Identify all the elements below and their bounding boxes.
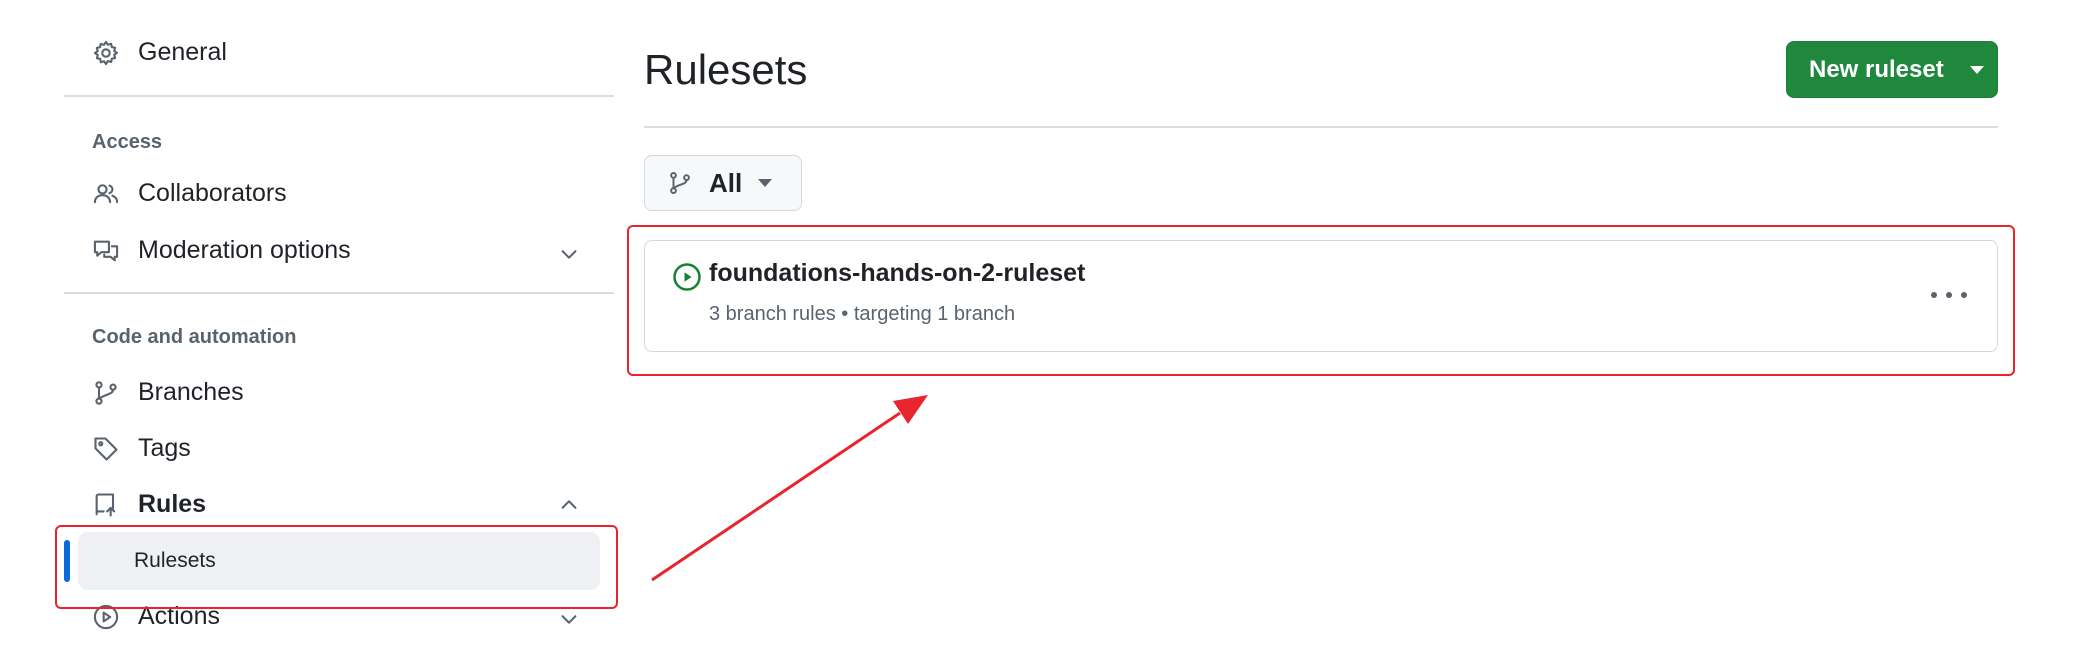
active-indicator [64,540,70,582]
sidebar-item-label: Branches [138,378,244,406]
sidebar-item-label: Rulesets [134,549,216,572]
sidebar-item-rulesets[interactable]: Rulesets [78,532,600,590]
sidebar-divider [64,95,614,97]
chevron-up-icon[interactable] [558,494,580,516]
chevron-down-icon[interactable] [558,608,580,630]
new-ruleset-label: New ruleset [1809,55,1944,83]
sidebar-item-label: Moderation options [138,236,351,264]
sidebar-item-label: Actions [138,602,220,630]
play-icon [673,263,701,291]
play-icon [93,604,119,629]
section-label-code: Code and automation [92,326,297,348]
sidebar-item-actions[interactable]: Actions [92,602,220,631]
page-title: Rulesets [644,46,808,93]
triangle-down-icon [1969,65,1984,74]
branch-filter-label: All [709,167,743,198]
sidebar-divider [64,292,614,294]
gear-icon [93,40,119,65]
sidebar-item-label: Tags [138,434,191,462]
new-ruleset-button[interactable]: New ruleset [1786,41,1998,98]
kebab-horizontal-icon[interactable] [1931,281,1967,309]
comment-discussion-icon [93,240,119,261]
sidebar-item-branches[interactable]: Branches [92,378,244,407]
people-icon [93,183,119,203]
sidebar-item-rules[interactable]: Rules [92,490,206,519]
sidebar-item-label: Collaborators [138,179,287,207]
triangle-down-icon [758,179,773,187]
sidebar-item-collaborators[interactable]: Collaborators [92,179,287,208]
sidebar-item-moderation[interactable]: Moderation options [92,236,351,265]
section-label-access: Access [92,131,163,153]
git-branch-icon [670,172,690,194]
sidebar-item-tags[interactable]: Tags [92,434,191,463]
tag-icon [94,436,118,461]
sidebar-item-label: Rules [138,490,207,518]
chevron-down-icon[interactable] [558,243,580,265]
title-divider [644,126,1998,128]
repo-push-icon [95,492,116,517]
sidebar-item-label: General [138,38,227,66]
ruleset-list-item[interactable]: foundations-hands-on-2-ruleset 3 branch … [644,240,1998,352]
sidebar-item-general[interactable]: General [92,38,227,67]
git-branch-icon [95,380,117,405]
ruleset-name-link[interactable]: foundations-hands-on-2-ruleset [709,259,1085,288]
branch-filter-button[interactable]: All [644,155,802,211]
ruleset-meta: 3 branch rules • targeting 1 branch [709,303,1016,325]
